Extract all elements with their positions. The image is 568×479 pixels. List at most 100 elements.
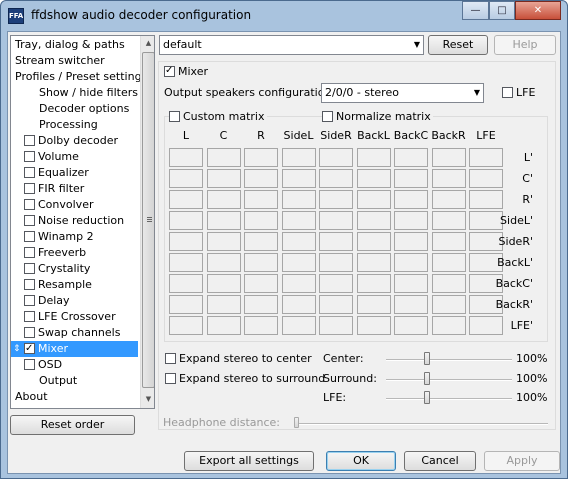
matrix-cell[interactable]: [431, 169, 466, 188]
tree-item[interactable]: Delay: [11, 293, 138, 309]
tree-item-checkbox[interactable]: [24, 311, 35, 322]
matrix-cell[interactable]: [206, 274, 241, 293]
expand-surround-checkbox[interactable]: Expand stereo to surround: [165, 372, 325, 386]
tree-item[interactable]: Winamp 2: [11, 229, 138, 245]
normalize-matrix-checkbox[interactable]: Normalize matrix: [322, 110, 433, 124]
tree-item[interactable]: Freeverb: [11, 245, 138, 261]
tree-item-checkbox[interactable]: [24, 327, 35, 338]
matrix-cell[interactable]: [431, 316, 466, 335]
matrix-cell[interactable]: [356, 211, 391, 230]
lfe-slider-track[interactable]: [386, 398, 512, 400]
tree-item[interactable]: OSD: [11, 357, 138, 373]
tree-item-checkbox[interactable]: [24, 295, 35, 306]
matrix-cell[interactable]: [431, 253, 466, 272]
matrix-cell[interactable]: [206, 148, 241, 167]
tree-item-checkbox[interactable]: [24, 135, 35, 146]
headphone-slider-thumb[interactable]: [294, 417, 299, 428]
matrix-cell[interactable]: [431, 190, 466, 209]
matrix-cell[interactable]: [394, 232, 428, 251]
scroll-up-arrow-icon[interactable]: ▲: [142, 36, 154, 51]
tree-item[interactable]: Profiles / Preset settings: [11, 69, 147, 85]
export-settings-button[interactable]: Export all settings: [184, 451, 314, 471]
matrix-cell[interactable]: [244, 211, 278, 230]
expand-center-checkbox[interactable]: Expand stereo to center: [165, 352, 312, 366]
matrix-cell[interactable]: [169, 190, 203, 209]
matrix-cell[interactable]: [244, 316, 278, 335]
matrix-cell[interactable]: [356, 274, 391, 293]
headphone-slider-track[interactable]: [296, 423, 548, 425]
tree-item-checkbox[interactable]: [24, 151, 35, 162]
matrix-cell[interactable]: [319, 211, 353, 230]
tree-item[interactable]: LFE Crossover: [11, 309, 138, 325]
matrix-cell[interactable]: [169, 232, 203, 251]
matrix-cell[interactable]: [206, 295, 241, 314]
lfe-checkbox[interactable]: LFE: [502, 86, 535, 100]
matrix-cell[interactable]: [431, 232, 466, 251]
matrix-cell[interactable]: [319, 295, 353, 314]
surround-slider-thumb[interactable]: [424, 372, 430, 385]
tree-item-checkbox[interactable]: [24, 247, 35, 258]
matrix-cell[interactable]: [169, 316, 203, 335]
normalize-matrix-box[interactable]: [322, 111, 333, 122]
tree-item[interactable]: Resample: [11, 277, 138, 293]
lfe-checkbox-box[interactable]: [502, 87, 513, 98]
matrix-cell[interactable]: [281, 190, 316, 209]
matrix-cell[interactable]: [206, 316, 241, 335]
matrix-cell[interactable]: [244, 190, 278, 209]
matrix-cell[interactable]: [431, 148, 466, 167]
tree-item[interactable]: Tray, dialog & paths: [11, 37, 138, 53]
tree-item-checkbox[interactable]: [24, 263, 35, 274]
matrix-cell[interactable]: [319, 274, 353, 293]
matrix-cell[interactable]: [244, 295, 278, 314]
matrix-cell[interactable]: [356, 148, 391, 167]
matrix-cell[interactable]: [281, 316, 316, 335]
center-slider-track[interactable]: [386, 359, 512, 361]
matrix-cell[interactable]: [394, 253, 428, 272]
tree-item[interactable]: Crystality: [11, 261, 138, 277]
matrix-cell[interactable]: [169, 253, 203, 272]
tree-item-checkbox[interactable]: [24, 183, 35, 194]
preset-reset-button[interactable]: Reset: [428, 35, 488, 55]
matrix-cell[interactable]: [394, 295, 428, 314]
tree-item[interactable]: Processing: [11, 117, 138, 133]
matrix-cell[interactable]: [431, 211, 466, 230]
matrix-cell[interactable]: [394, 148, 428, 167]
close-button[interactable]: ✕: [515, 1, 561, 20]
tree-item[interactable]: Decoder options: [11, 101, 138, 117]
matrix-cell[interactable]: [319, 148, 353, 167]
cancel-button[interactable]: Cancel: [404, 451, 476, 471]
matrix-cell[interactable]: [169, 169, 203, 188]
matrix-cell[interactable]: [356, 295, 391, 314]
matrix-cell[interactable]: [206, 232, 241, 251]
center-slider-thumb[interactable]: [424, 352, 430, 365]
tree-item[interactable]: Stream switcher: [11, 53, 138, 69]
mixer-enable-checkbox[interactable]: Mixer: [164, 64, 208, 79]
matrix-cell[interactable]: [281, 148, 316, 167]
surround-slider-track[interactable]: [386, 379, 512, 381]
matrix-cell[interactable]: [281, 211, 316, 230]
matrix-cell[interactable]: [281, 253, 316, 272]
title-bar[interactable]: FFA ffdshow audio decoder configuration …: [1, 1, 567, 31]
matrix-cell[interactable]: [431, 295, 466, 314]
apply-button[interactable]: Apply: [484, 451, 560, 471]
matrix-cell[interactable]: [431, 274, 466, 293]
matrix-cell[interactable]: [319, 190, 353, 209]
matrix-cell[interactable]: [244, 169, 278, 188]
matrix-cell[interactable]: [356, 232, 391, 251]
matrix-cell[interactable]: [244, 148, 278, 167]
matrix-cell[interactable]: [244, 274, 278, 293]
tree-item[interactable]: About: [11, 389, 138, 405]
preset-combo[interactable]: default ▼: [159, 35, 424, 55]
help-button[interactable]: Help: [494, 35, 556, 55]
scroll-thumb[interactable]: [142, 52, 154, 388]
scroll-down-arrow-icon[interactable]: ▼: [142, 392, 154, 407]
matrix-cell[interactable]: [356, 316, 391, 335]
mixer-checkbox-box[interactable]: [164, 64, 175, 78]
output-config-combo[interactable]: 2/0/0 - stereo ▼: [321, 83, 484, 103]
matrix-cell[interactable]: [356, 253, 391, 272]
matrix-cell[interactable]: [169, 148, 203, 167]
matrix-cell[interactable]: [356, 190, 391, 209]
matrix-cell[interactable]: [206, 211, 241, 230]
matrix-cell[interactable]: [319, 253, 353, 272]
matrix-cell[interactable]: [281, 232, 316, 251]
